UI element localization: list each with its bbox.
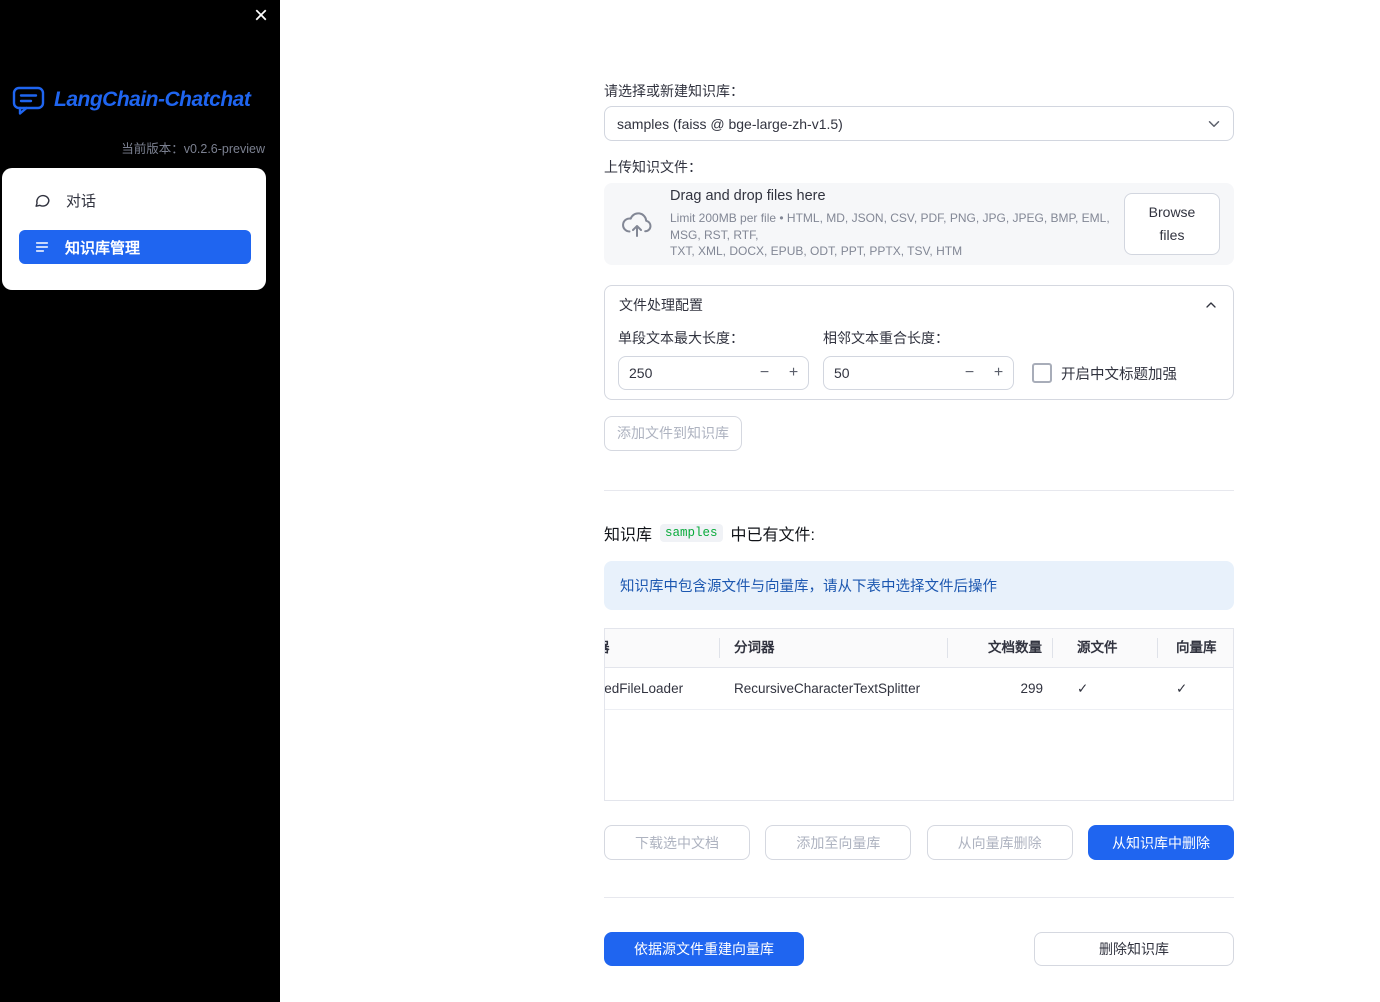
- cell-splitter: RecursiveCharacterTextSplitter: [734, 681, 921, 696]
- kb-select-value: samples (faiss @ bge-large-zh-v1.5): [617, 115, 843, 132]
- table-header-doc-count: 文档数量: [948, 638, 1053, 658]
- sidebar-item-label: 知识库管理: [65, 239, 141, 257]
- sidebar-item-chat[interactable]: 对话: [2, 182, 266, 218]
- config-expander-header[interactable]: 文件处理配置: [605, 286, 1233, 324]
- table-header-loader: 文档加载器: [605, 638, 720, 658]
- heading-prefix: 知识库: [604, 527, 653, 544]
- delete-kb-button[interactable]: 删除知识库: [1034, 932, 1234, 966]
- version-label: 当前版本：v0.2.6-preview: [121, 142, 265, 156]
- table-header-splitter: 分词器: [720, 638, 948, 658]
- divider: [604, 897, 1234, 898]
- upload-label: 上传知识文件：: [604, 159, 702, 175]
- files-table-inner: 文档加载器 分词器 文档数量 源文件 向量库 UnstructuredFileL…: [604, 629, 1233, 710]
- rebuild-vector-store-button[interactable]: 依据源文件重建向量库: [604, 932, 804, 966]
- config-expander: 文件处理配置 单段文本最大长度： − + 相邻文本重合长度： − +: [604, 285, 1234, 400]
- chunk-size-value[interactable]: [619, 357, 750, 389]
- file-dropzone[interactable]: Drag and drop files here Limit 200MB per…: [604, 183, 1234, 265]
- cell-source-file-check: ✓: [1077, 680, 1089, 696]
- kb-select-label: 请选择或新建知识库：: [604, 83, 744, 99]
- chunk-size-field: 单段文本最大长度： − +: [618, 328, 809, 390]
- download-selected-button[interactable]: 下载选中文档: [604, 825, 750, 860]
- app-logo: LangChain-Chatchat: [12, 85, 251, 115]
- overlap-field: 相邻文本重合长度： − +: [823, 328, 1014, 390]
- close-icon[interactable]: ×: [254, 2, 268, 31]
- files-table: 文档加载器 分词器 文档数量 源文件 向量库 UnstructuredFileL…: [604, 628, 1234, 801]
- chevron-up-icon: [1203, 297, 1219, 313]
- existing-files-heading: 知识库 samples 中已有文件:: [604, 521, 815, 545]
- browse-files-button[interactable]: Browse files: [1124, 192, 1220, 256]
- delete-from-vector-store-button[interactable]: 从向量库删除: [926, 825, 1073, 860]
- knowledge-base-icon: [34, 239, 50, 255]
- overlap-label: 相邻文本重合长度：: [823, 330, 949, 346]
- step-down-icon[interactable]: −: [955, 357, 984, 389]
- file-action-buttons: 下载选中文档 添加至向量库 从向量库删除 从知识库中删除: [604, 825, 1234, 860]
- chunk-size-input: − +: [618, 356, 809, 390]
- dropzone-title: Drag and drop files here: [670, 188, 826, 205]
- dropzone-text: Drag and drop files here Limit 200MB per…: [670, 188, 1124, 260]
- step-down-icon[interactable]: −: [750, 357, 779, 389]
- table-header-source-file: 源文件: [1053, 638, 1158, 658]
- sidebar-item-label: 对话: [66, 192, 97, 210]
- upload-cloud-icon: [620, 210, 654, 238]
- kb-select[interactable]: samples (faiss @ bge-large-zh-v1.5): [604, 106, 1234, 141]
- sidebar-menu: 对话 知识库管理: [2, 168, 266, 290]
- info-banner: 知识库中包含源文件与向量库，请从下表中选择文件后操作: [604, 561, 1234, 610]
- dropzone-limit-line1: Limit 200MB per file • HTML, MD, JSON, C…: [670, 211, 1110, 242]
- chunk-size-label: 单段文本最大长度：: [618, 330, 744, 346]
- config-expander-body: 单段文本最大长度： − + 相邻文本重合长度： − + 开启中文标题加强: [605, 324, 1233, 390]
- chat-logo-icon: [12, 85, 45, 115]
- delete-from-kb-button[interactable]: 从知识库中删除: [1087, 825, 1234, 860]
- chat-bubble-icon: [34, 192, 51, 209]
- cell-doc-count: 299: [1020, 681, 1043, 696]
- cell-loader: UnstructuredFileLoader: [604, 681, 684, 696]
- overlap-value[interactable]: [824, 357, 955, 389]
- step-up-icon[interactable]: +: [984, 357, 1013, 389]
- add-to-vector-store-button[interactable]: 添加至向量库: [765, 825, 912, 860]
- dropzone-limit-line2: TXT, XML, DOCX, EPUB, ODT, PPT, PPTX, TS…: [670, 244, 963, 259]
- cell-vector-store-check: ✓: [1176, 680, 1188, 696]
- chinese-title-checkbox-label: 开启中文标题加强: [1061, 366, 1177, 383]
- logo-text: LangChain-Chatchat: [54, 88, 251, 111]
- heading-suffix: 中已有文件:: [730, 527, 815, 544]
- sidebar-item-knowledge-base[interactable]: 知识库管理: [19, 230, 251, 264]
- chinese-title-checkbox[interactable]: [1032, 363, 1052, 383]
- kb-name-code: samples: [660, 524, 723, 542]
- main-content: 请选择或新建知识库： samples (faiss @ bge-large-zh…: [604, 0, 1234, 1002]
- table-row[interactable]: UnstructuredFileLoader RecursiveCharacte…: [604, 668, 1233, 710]
- table-header-vector-store: 向量库: [1176, 640, 1217, 655]
- sidebar: × LangChain-Chatchat 当前版本：v0.2.6-preview…: [0, 0, 280, 1002]
- step-up-icon[interactable]: +: [779, 357, 808, 389]
- config-expander-title: 文件处理配置: [619, 297, 703, 313]
- table-header-row: 文档加载器 分词器 文档数量 源文件 向量库: [605, 629, 1233, 668]
- chevron-down-icon: [1205, 115, 1223, 133]
- overlap-input: − +: [823, 356, 1014, 390]
- divider: [604, 490, 1234, 491]
- add-files-button[interactable]: 添加文件到知识库: [604, 416, 742, 451]
- chinese-title-field: 开启中文标题加强: [1032, 356, 1177, 390]
